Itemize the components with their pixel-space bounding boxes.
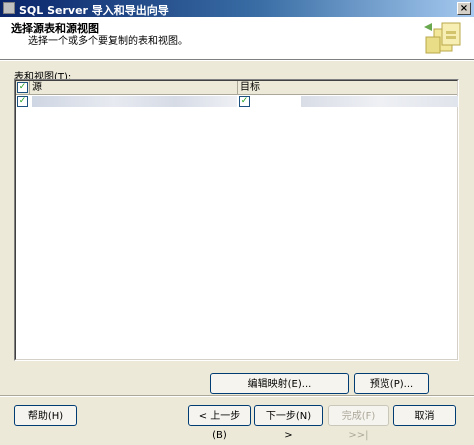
app-icon xyxy=(3,2,15,14)
window-title: SQL Server 导入和导出向导 xyxy=(19,4,169,17)
row-source-value[interactable] xyxy=(32,96,237,107)
finish-button[interactable]: 完成(F) >>| xyxy=(328,405,389,441)
footer-divider-highlight xyxy=(0,396,474,397)
header-divider xyxy=(0,60,474,61)
edit-mapping-button[interactable]: 编辑映射(E)... xyxy=(210,373,349,394)
grid-frame: ✓ 源 目标 ✓ ✓ xyxy=(15,80,458,360)
row-target-value[interactable] xyxy=(301,96,458,107)
column-header-select-all[interactable]: ✓ xyxy=(16,81,30,94)
wizard-header: 选择源表和源视图 选择一个或多个要复制的表和视图。 xyxy=(0,17,474,60)
cancel-button[interactable]: 取消 xyxy=(393,405,456,426)
back-button[interactable]: < 上一步(B) xyxy=(188,405,251,441)
page-subtitle: 选择一个或多个要复制的表和视图。 xyxy=(28,36,188,47)
wizard-graphic-icon xyxy=(424,22,461,54)
row-target-checkbox[interactable]: ✓ xyxy=(239,96,250,107)
help-button[interactable]: 帮助(H) xyxy=(14,405,77,426)
select-all-checkbox[interactable]: ✓ xyxy=(17,82,28,93)
table-row[interactable]: ✓ ✓ xyxy=(16,95,458,109)
tables-views-grid[interactable]: ✓ 源 目标 ✓ ✓ xyxy=(14,79,459,361)
column-header-target[interactable]: 目标 xyxy=(238,81,458,94)
row-checkbox[interactable]: ✓ xyxy=(17,96,28,107)
column-header-source[interactable]: 源 xyxy=(30,81,238,94)
title-bar: SQL Server 导入和导出向导 × xyxy=(0,0,474,17)
preview-button[interactable]: 预览(P)... xyxy=(354,373,429,394)
grid-header: ✓ 源 目标 xyxy=(16,81,457,95)
wizard-window: SQL Server 导入和导出向导 × 选择源表和源视图 选择一个或多个要复制… xyxy=(0,0,474,441)
close-button[interactable]: × xyxy=(457,2,471,15)
next-button[interactable]: 下一步(N) > xyxy=(254,405,323,441)
